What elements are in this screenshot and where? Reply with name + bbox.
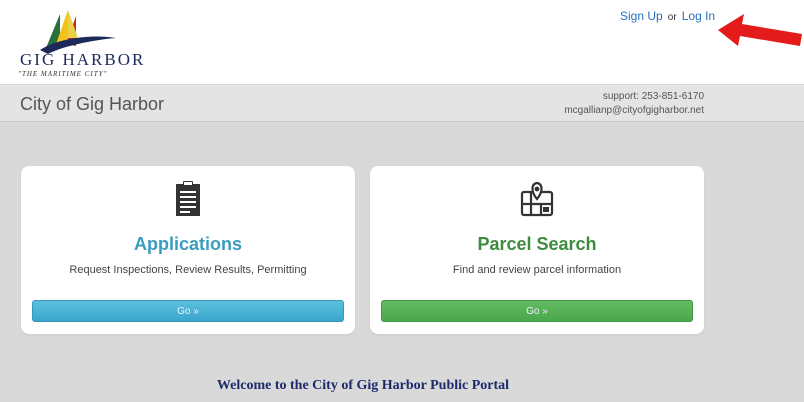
parcel-search-go-button[interactable]: Go » xyxy=(381,300,693,322)
welcome-heading: Welcome to the City of Gig Harbor Public… xyxy=(216,378,510,393)
parcel-search-card: Parcel Search Find and review parcel inf… xyxy=(370,166,704,334)
site-header: City of Gig Harbor support: 253-851-6170… xyxy=(0,84,804,122)
red-arrow-icon xyxy=(718,14,802,46)
support-email[interactable]: mcgallianp@cityofgigharbor.net xyxy=(564,104,704,118)
parcel-search-description: Find and review parcel information xyxy=(452,264,622,276)
applications-card: Applications Request Inspections, Review… xyxy=(21,166,355,334)
clipboard-icon xyxy=(176,181,200,216)
auth-links: Sign Up or Log In xyxy=(620,9,715,23)
parcel-search-title: Parcel Search xyxy=(477,234,597,254)
applications-title: Applications xyxy=(133,234,242,254)
support-info: support: 253-851-6170 mcgallianp@cityofg… xyxy=(564,90,704,118)
log-in-link[interactable]: Log In xyxy=(682,9,715,23)
site-title: City of Gig Harbor xyxy=(20,94,165,114)
logo-wordmark: GIG HARBOR xyxy=(20,50,146,69)
or-text: or xyxy=(667,12,677,23)
applications-description: Request Inspections, Review Results, Per… xyxy=(69,264,307,276)
top-bar: GIG HARBOR "THE MARITIME CITY" Sign Up o… xyxy=(0,0,804,84)
support-phone: support: 253-851-6170 xyxy=(602,91,704,102)
map-location-icon xyxy=(520,181,554,217)
applications-go-button[interactable]: Go » xyxy=(32,300,344,322)
sign-up-link[interactable]: Sign Up xyxy=(620,9,663,23)
city-logo[interactable]: GIG HARBOR "THE MARITIME CITY" xyxy=(18,8,143,80)
logo-tagline: "THE MARITIME CITY" xyxy=(18,70,108,78)
sailboat-logo-icon xyxy=(40,10,116,54)
main-content: Applications Request Inspections, Review… xyxy=(0,122,804,402)
